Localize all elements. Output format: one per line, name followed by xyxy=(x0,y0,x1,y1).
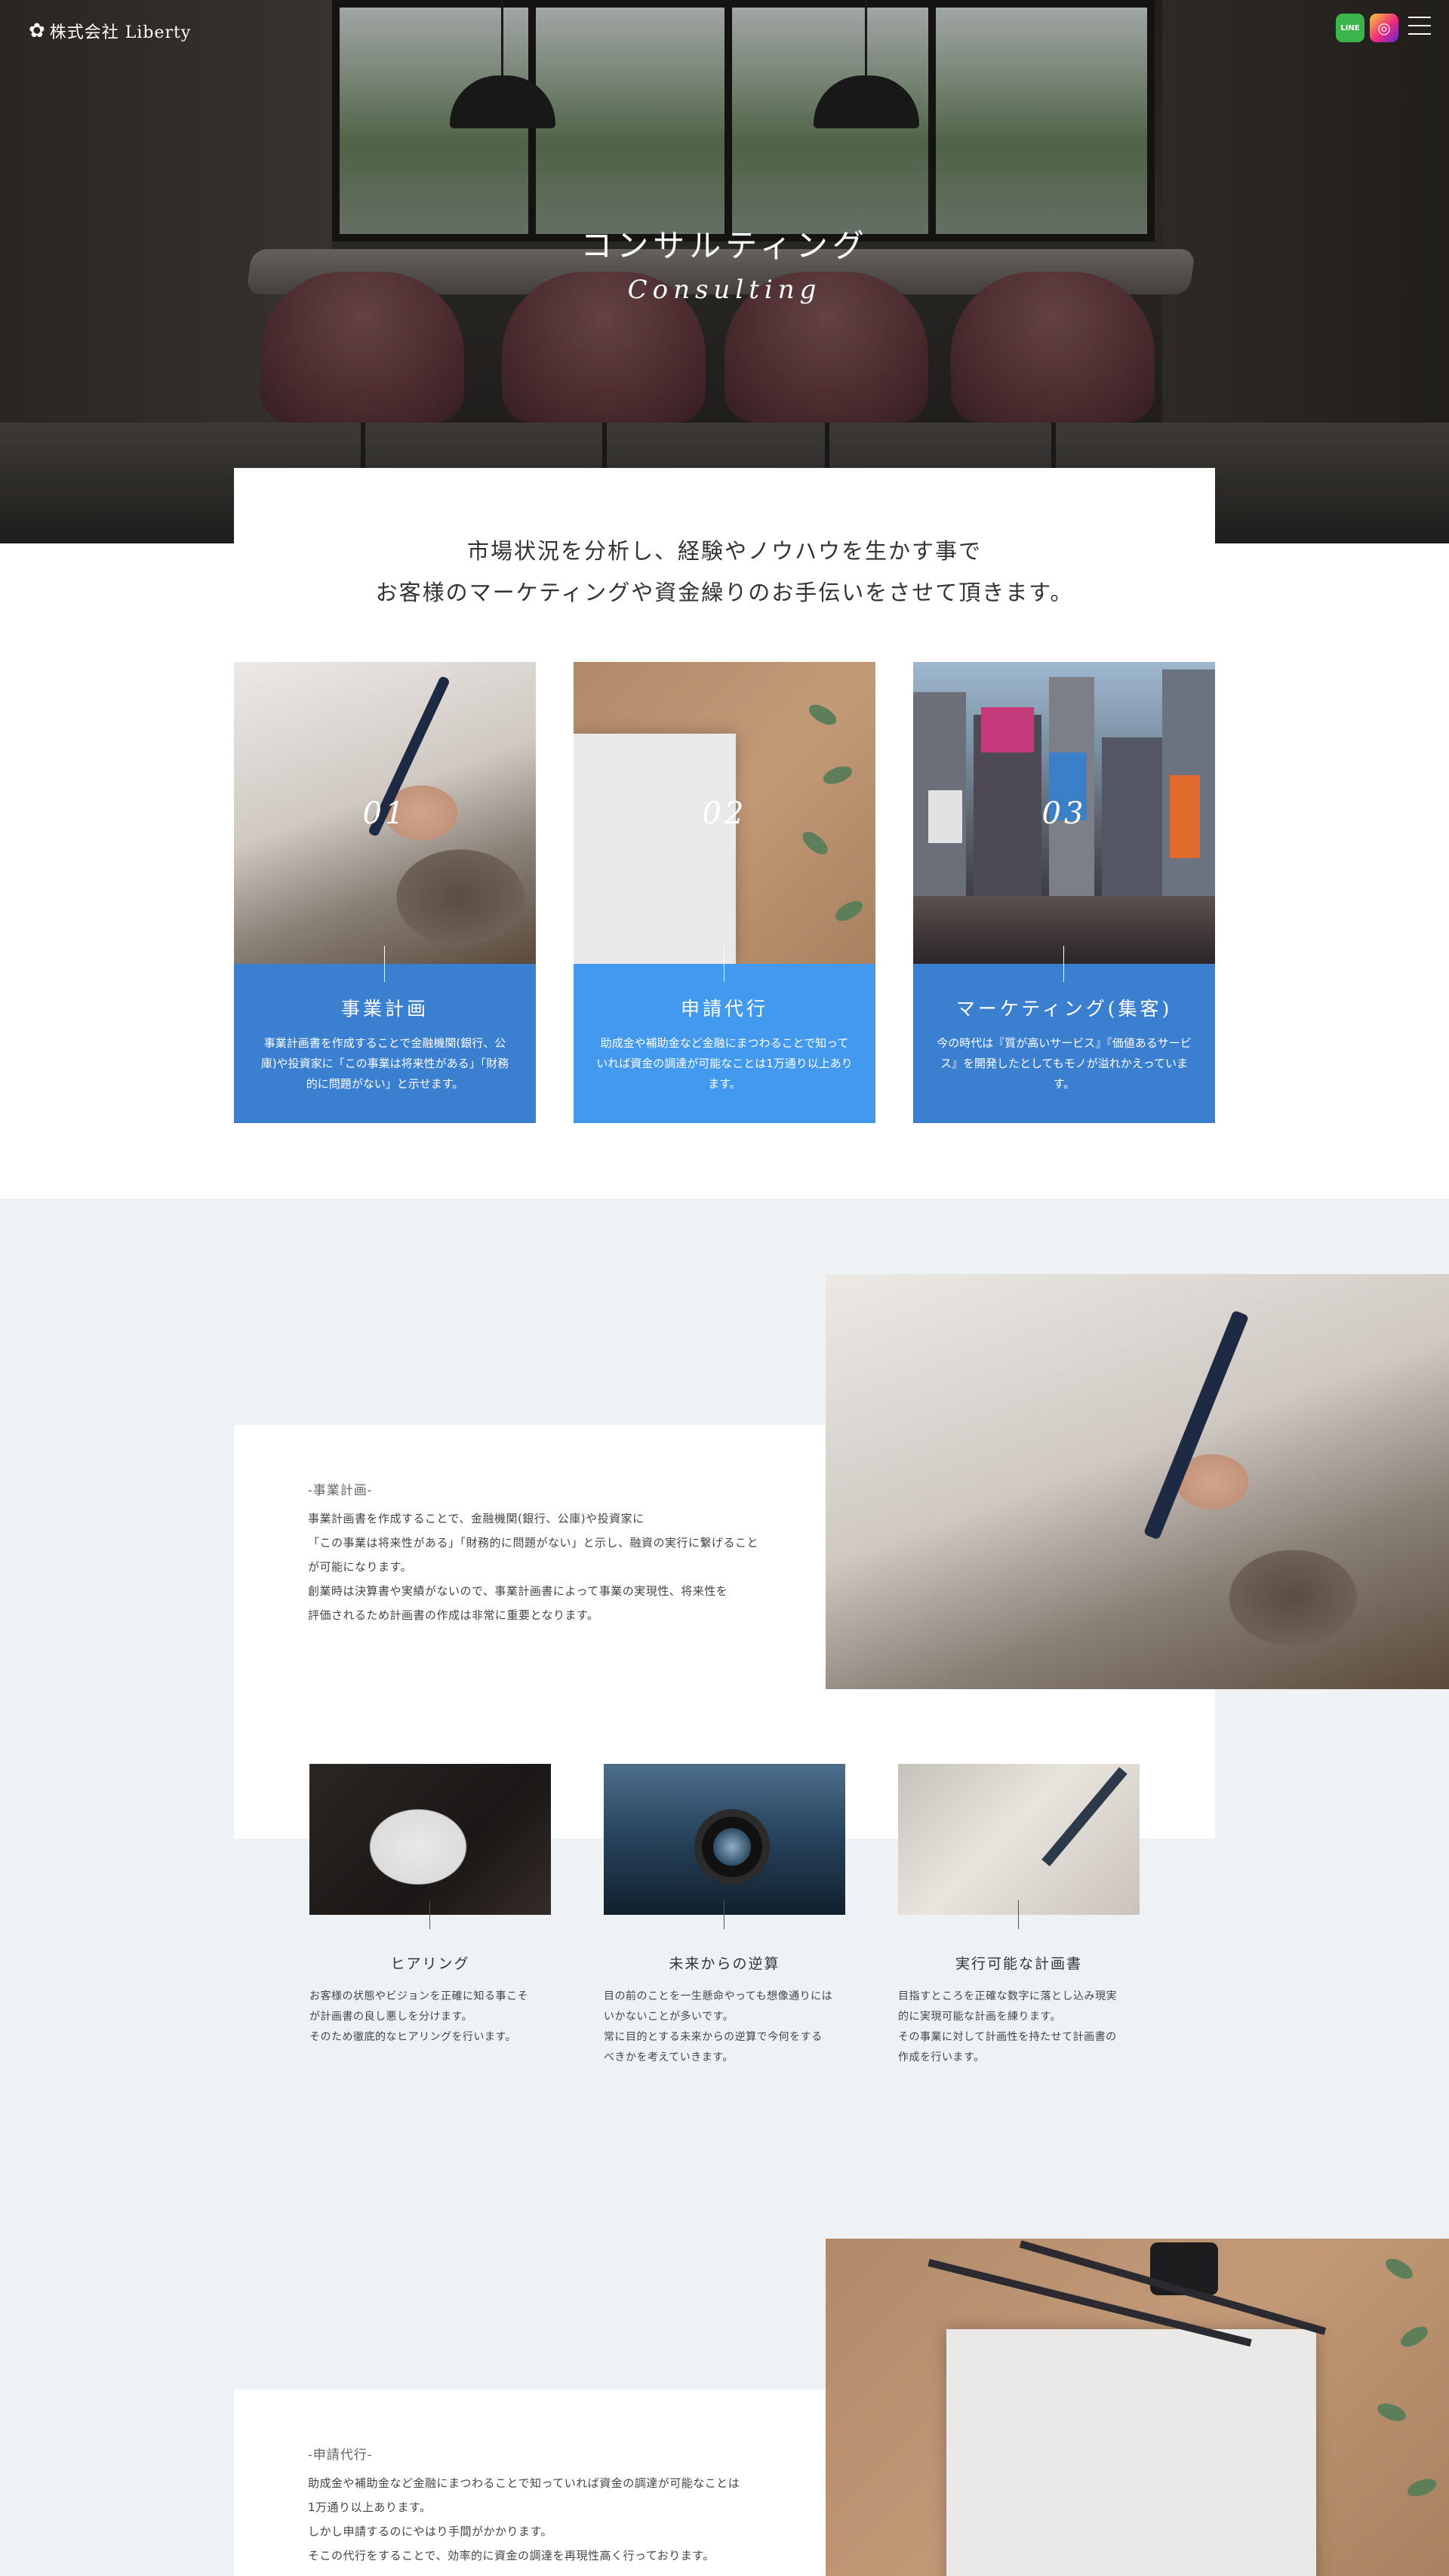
hero-title-jp: コンサルティング xyxy=(580,227,869,264)
feature-photo-lens xyxy=(604,1764,845,1915)
hamburger-icon[interactable] xyxy=(1408,17,1431,35)
detail-label: -事業計画- xyxy=(308,1483,373,1498)
leaf-shape xyxy=(805,700,840,729)
detail-line: 助成金や補助金など金融にまつわることで知っていれば資金の調達が可能なことは xyxy=(308,2476,740,2490)
leaf-shape xyxy=(798,827,832,859)
feature-title-plan: 実行可能な計画書 xyxy=(955,1956,1082,1972)
card-divider xyxy=(1063,946,1064,982)
intro-line-2: お客様のマーケティングや資金繰りのお手伝いをさせて頂きます。 xyxy=(375,580,1074,605)
feature-line: その事業に対して計画性を持たせて計画書の xyxy=(898,2031,1117,2043)
leaf-shape xyxy=(832,897,866,925)
service-card-application[interactable]: 02 申請代行 助成金や補助金など金融にまつわることで知っていれば資金の調達が可… xyxy=(574,662,875,1123)
detail-line: しかし申請するのにやはり手間がかかります。 xyxy=(308,2525,553,2538)
feature-desc-hearing: お客様の状態やビジョンを正確に知る事こそ が計画書の良し悪しを分けます。 そのた… xyxy=(309,1987,551,2048)
card-divider xyxy=(384,946,385,982)
service-card-marketing[interactable]: 03 マーケティング(集客) 今の時代は『質が高いサービス』『価値あるサービス』… xyxy=(913,662,1215,1123)
detail-text: 助成金や補助金など金融にまつわることで知っていれば資金の調達が可能なことは 1万… xyxy=(308,2471,791,2568)
leaf-shape xyxy=(1382,2254,1417,2283)
menu-bar xyxy=(1408,33,1431,35)
crowd-shape xyxy=(913,896,1215,964)
billboard-shape xyxy=(981,707,1034,752)
feature-desc-backcasting: 目の前のことを一生懸命やっても想像通りには いかないことが多いです。 常に目的と… xyxy=(604,1987,845,2068)
intro-line-1: 市場状況を分析し、経験やノウハウを生かす事で xyxy=(466,538,982,564)
card-body: 事業計画 事業計画書を作成することで金融機関(銀行、公庫)や投資家に「この事業は… xyxy=(234,946,536,1123)
card-description: 助成金や補助金など金融にまつわることで知っていれば資金の調達が可能なことは1万通… xyxy=(596,1036,853,1091)
instagram-glyph: ◎ xyxy=(1377,19,1391,37)
detail-line: そこの代行をすることで、効率的に資金の調達を再現性高く行っております。 xyxy=(308,2549,715,2562)
card-description: 事業計画書を作成することで金融機関(銀行、公庫)や投資家に「この事業は将来性があ… xyxy=(260,1036,509,1091)
card-description: 今の時代は『質が高いサービス』『価値あるサービス』を開発したとしてもモノが溢れか… xyxy=(937,1036,1192,1091)
feature-divider xyxy=(1018,1900,1019,1929)
feature-line: 作成を行います。 xyxy=(898,2051,985,2064)
card-title: マーケティング(集客) xyxy=(955,998,1173,1020)
feature-title-backcasting: 未来からの逆算 xyxy=(669,1956,780,1972)
lens-glass xyxy=(713,1828,751,1866)
card-title: 事業計画 xyxy=(340,998,429,1020)
leaf-shape xyxy=(1397,2322,1432,2351)
intro-panel xyxy=(234,468,1215,664)
service-card-business-plan[interactable]: 01 事業計画 事業計画書を作成することで金融機関(銀行、公庫)や投資家に「この… xyxy=(234,662,536,1123)
pen-shape xyxy=(1041,1767,1128,1867)
menu-bar xyxy=(1408,17,1431,18)
detail-line: 「この事業は将来性がある」「財務的に問題がない」と示し、融資の実行に繋げること xyxy=(308,1536,759,1550)
card-body: 申請代行 助成金や補助金など金融にまつわることで知っていれば資金の調達が可能なこ… xyxy=(574,946,875,1123)
detail-label: -申請代行- xyxy=(308,2448,373,2463)
feature-line: 目指すところを正確な数字に落とし込み現実 xyxy=(898,1990,1117,2002)
logo-mark-icon: ✿ xyxy=(29,20,45,42)
line-label: LINE xyxy=(1340,23,1360,32)
feature-line: が計画書の良し悪しを分けます。 xyxy=(309,2011,473,2023)
line-icon[interactable]: LINE xyxy=(1336,14,1364,42)
feature-title-hearing: ヒアリング xyxy=(390,1956,470,1972)
feature-line: べきかを考えていきます。 xyxy=(604,2051,734,2064)
hero-title-en: Consulting xyxy=(627,275,822,305)
hero-banner xyxy=(0,0,1449,543)
instagram-icon[interactable]: ◎ xyxy=(1370,14,1398,42)
feature-photo-hearing xyxy=(309,1764,551,1915)
feature-line: 常に目的とする未来からの逆算で今何をする xyxy=(604,2031,823,2043)
detail-photo-writing xyxy=(826,1274,1449,1689)
detail-line: 創業時は決算書や実績がないので、事業計画書によって事業の実現性、将来性を xyxy=(308,1584,728,1598)
detail-line: 事業計画書を作成することで、金融機関(銀行、公庫)や投資家に xyxy=(308,1512,645,1525)
detail-line: が可能になります。 xyxy=(308,1560,413,1574)
detail-line: 評価されるため計画書の作成は非常に重要となります。 xyxy=(308,1608,599,1622)
logo-link[interactable]: ✿ 株式会社 Liberty xyxy=(29,20,191,42)
feature-line: 的に実現可能な計画を練ります。 xyxy=(898,2011,1062,2023)
card-body: マーケティング(集客) 今の時代は『質が高いサービス』『価値あるサービス』を開発… xyxy=(913,946,1215,1123)
paper-sheet xyxy=(574,734,736,964)
card-number: 03 xyxy=(1041,796,1087,831)
logo-text: 株式会社 Liberty xyxy=(49,23,192,42)
feature-line: 目の前のことを一生懸命やっても想像通りには xyxy=(604,1990,833,2002)
menu-bar xyxy=(1408,25,1431,26)
feature-desc-plan: 目指すところを正確な数字に落とし込み現実 的に実現可能な計画を練ります。 その事… xyxy=(898,1987,1140,2068)
pen-shape xyxy=(1143,1310,1250,1540)
card-title: 申請代行 xyxy=(680,998,768,1020)
detail-photo-paper xyxy=(826,2239,1449,2576)
paper-sheet xyxy=(946,2329,1316,2576)
leaf-shape xyxy=(1404,2475,1439,2501)
leaf-shape xyxy=(820,762,855,788)
detail-line: 1万通り以上あります。 xyxy=(308,2501,432,2514)
leaf-shape xyxy=(1374,2399,1409,2425)
feature-line: そのため徹底的なヒアリングを行います。 xyxy=(309,2031,517,2043)
hero-overlay xyxy=(0,0,1449,543)
feature-divider xyxy=(429,1900,430,1929)
detail-text: 事業計画書を作成することで、金融機関(銀行、公庫)や投資家に 「この事業は将来性… xyxy=(308,1507,791,1627)
feature-line: お客様の状態やビジョンを正確に知る事こそ xyxy=(309,1990,528,2002)
feature-line: いかないことが多いです。 xyxy=(604,2011,734,2023)
feature-photo-notebook xyxy=(898,1764,1140,1915)
card-number: 02 xyxy=(702,796,747,831)
card-number: 01 xyxy=(362,796,408,831)
